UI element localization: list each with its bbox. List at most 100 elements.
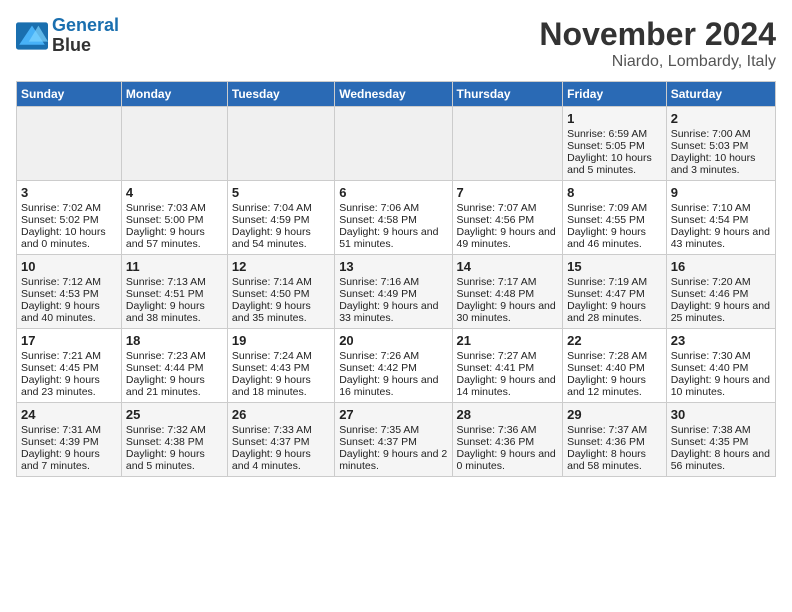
day-info: Daylight: 9 hours and 38 minutes. <box>126 300 223 324</box>
calendar-cell: 24Sunrise: 7:31 AMSunset: 4:39 PMDayligh… <box>17 403 122 477</box>
day-info: Daylight: 10 hours and 0 minutes. <box>21 226 117 250</box>
logo-line2: Blue <box>52 36 119 56</box>
day-info: Sunrise: 7:00 AM <box>671 128 771 140</box>
day-number: 8 <box>567 185 662 200</box>
day-info: Sunrise: 7:35 AM <box>339 424 447 436</box>
day-info: Sunset: 4:40 PM <box>567 362 662 374</box>
day-info: Daylight: 9 hours and 0 minutes. <box>457 448 559 472</box>
day-info: Sunrise: 7:30 AM <box>671 350 771 362</box>
calendar-cell: 4Sunrise: 7:03 AMSunset: 5:00 PMDaylight… <box>121 181 227 255</box>
calendar-cell: 15Sunrise: 7:19 AMSunset: 4:47 PMDayligh… <box>563 255 667 329</box>
calendar-cell: 11Sunrise: 7:13 AMSunset: 4:51 PMDayligh… <box>121 255 227 329</box>
logo-text: General Blue <box>52 16 119 56</box>
weekday-header: Saturday <box>666 82 775 107</box>
calendar-cell: 29Sunrise: 7:37 AMSunset: 4:36 PMDayligh… <box>563 403 667 477</box>
day-info: Daylight: 9 hours and 43 minutes. <box>671 226 771 250</box>
day-number: 30 <box>671 407 771 422</box>
day-info: Sunrise: 7:09 AM <box>567 202 662 214</box>
day-info: Sunrise: 7:12 AM <box>21 276 117 288</box>
day-info: Sunset: 4:54 PM <box>671 214 771 226</box>
day-number: 28 <box>457 407 559 422</box>
day-info: Sunrise: 7:02 AM <box>21 202 117 214</box>
day-info: Daylight: 8 hours and 58 minutes. <box>567 448 662 472</box>
calendar-week-row: 3Sunrise: 7:02 AMSunset: 5:02 PMDaylight… <box>17 181 776 255</box>
day-info: Sunrise: 7:06 AM <box>339 202 447 214</box>
day-number: 5 <box>232 185 330 200</box>
day-info: Daylight: 9 hours and 18 minutes. <box>232 374 330 398</box>
day-info: Sunset: 4:58 PM <box>339 214 447 226</box>
calendar-cell: 7Sunrise: 7:07 AMSunset: 4:56 PMDaylight… <box>452 181 563 255</box>
day-info: Sunrise: 6:59 AM <box>567 128 662 140</box>
day-info: Sunrise: 7:26 AM <box>339 350 447 362</box>
day-info: Sunrise: 7:17 AM <box>457 276 559 288</box>
calendar-cell: 23Sunrise: 7:30 AMSunset: 4:40 PMDayligh… <box>666 329 775 403</box>
day-info: Sunrise: 7:13 AM <box>126 276 223 288</box>
logo-line1: General <box>52 15 119 35</box>
day-info: Sunrise: 7:16 AM <box>339 276 447 288</box>
day-number: 6 <box>339 185 447 200</box>
day-info: Sunset: 4:42 PM <box>339 362 447 374</box>
day-info: Sunset: 4:56 PM <box>457 214 559 226</box>
day-info: Sunrise: 7:32 AM <box>126 424 223 436</box>
day-info: Daylight: 9 hours and 14 minutes. <box>457 374 559 398</box>
day-number: 24 <box>21 407 117 422</box>
day-info: Sunrise: 7:21 AM <box>21 350 117 362</box>
day-number: 11 <box>126 259 223 274</box>
day-info: Daylight: 9 hours and 23 minutes. <box>21 374 117 398</box>
calendar-cell: 13Sunrise: 7:16 AMSunset: 4:49 PMDayligh… <box>335 255 452 329</box>
day-info: Sunset: 4:40 PM <box>671 362 771 374</box>
day-info: Sunset: 4:50 PM <box>232 288 330 300</box>
calendar-cell: 1Sunrise: 6:59 AMSunset: 5:05 PMDaylight… <box>563 107 667 181</box>
day-number: 7 <box>457 185 559 200</box>
calendar-cell: 9Sunrise: 7:10 AMSunset: 4:54 PMDaylight… <box>666 181 775 255</box>
day-info: Sunset: 4:41 PM <box>457 362 559 374</box>
day-info: Daylight: 9 hours and 46 minutes. <box>567 226 662 250</box>
day-info: Sunset: 4:35 PM <box>671 436 771 448</box>
calendar-cell: 16Sunrise: 7:20 AMSunset: 4:46 PMDayligh… <box>666 255 775 329</box>
day-info: Sunset: 4:46 PM <box>671 288 771 300</box>
day-info: Daylight: 9 hours and 16 minutes. <box>339 374 447 398</box>
day-number: 10 <box>21 259 117 274</box>
calendar-cell: 10Sunrise: 7:12 AMSunset: 4:53 PMDayligh… <box>17 255 122 329</box>
calendar-cell <box>335 107 452 181</box>
calendar-cell: 18Sunrise: 7:23 AMSunset: 4:44 PMDayligh… <box>121 329 227 403</box>
day-info: Daylight: 9 hours and 33 minutes. <box>339 300 447 324</box>
calendar-cell: 25Sunrise: 7:32 AMSunset: 4:38 PMDayligh… <box>121 403 227 477</box>
day-info: Sunrise: 7:37 AM <box>567 424 662 436</box>
day-info: Sunrise: 7:24 AM <box>232 350 330 362</box>
day-info: Daylight: 9 hours and 40 minutes. <box>21 300 117 324</box>
day-info: Daylight: 9 hours and 49 minutes. <box>457 226 559 250</box>
day-info: Daylight: 10 hours and 5 minutes. <box>567 152 662 176</box>
day-info: Sunset: 4:38 PM <box>126 436 223 448</box>
day-info: Sunset: 4:55 PM <box>567 214 662 226</box>
page-header: General Blue November 2024 Niardo, Lomba… <box>16 16 776 71</box>
day-info: Sunset: 4:39 PM <box>21 436 117 448</box>
calendar-week-row: 24Sunrise: 7:31 AMSunset: 4:39 PMDayligh… <box>17 403 776 477</box>
day-info: Sunrise: 7:38 AM <box>671 424 771 436</box>
day-info: Sunrise: 7:20 AM <box>671 276 771 288</box>
day-number: 21 <box>457 333 559 348</box>
day-info: Daylight: 9 hours and 51 minutes. <box>339 226 447 250</box>
calendar-cell <box>121 107 227 181</box>
calendar-cell <box>227 107 334 181</box>
day-info: Sunrise: 7:03 AM <box>126 202 223 214</box>
day-info: Sunset: 4:36 PM <box>457 436 559 448</box>
day-info: Daylight: 9 hours and 35 minutes. <box>232 300 330 324</box>
calendar-cell: 26Sunrise: 7:33 AMSunset: 4:37 PMDayligh… <box>227 403 334 477</box>
calendar-cell: 14Sunrise: 7:17 AMSunset: 4:48 PMDayligh… <box>452 255 563 329</box>
month-year: November 2024 <box>539 16 776 53</box>
day-info: Daylight: 9 hours and 10 minutes. <box>671 374 771 398</box>
calendar-cell: 20Sunrise: 7:26 AMSunset: 4:42 PMDayligh… <box>335 329 452 403</box>
calendar-cell: 5Sunrise: 7:04 AMSunset: 4:59 PMDaylight… <box>227 181 334 255</box>
day-info: Sunrise: 7:04 AM <box>232 202 330 214</box>
weekday-header: Thursday <box>452 82 563 107</box>
day-info: Sunset: 5:00 PM <box>126 214 223 226</box>
day-info: Sunset: 4:36 PM <box>567 436 662 448</box>
weekday-header: Sunday <box>17 82 122 107</box>
day-info: Sunrise: 7:27 AM <box>457 350 559 362</box>
calendar-week-row: 10Sunrise: 7:12 AMSunset: 4:53 PMDayligh… <box>17 255 776 329</box>
day-info: Sunset: 4:47 PM <box>567 288 662 300</box>
day-info: Sunset: 4:49 PM <box>339 288 447 300</box>
calendar-cell: 8 Sunrise: 7:09 AMSunset: 4:55 PMDaylight… <box>563 181 667 255</box>
day-info: Sunset: 5:03 PM <box>671 140 771 152</box>
